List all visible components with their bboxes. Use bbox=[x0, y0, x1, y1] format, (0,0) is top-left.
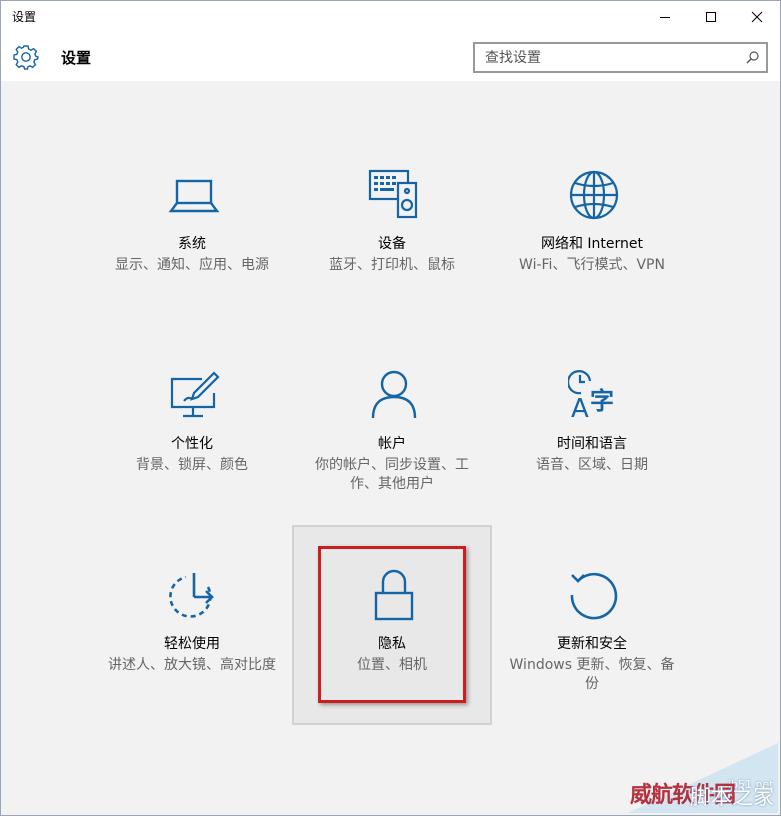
settings-window: 设置 设置 查找设置 系统 显示、通知、应用、电源 设备 蓝牙、打印机、鼠标 网… bbox=[0, 0, 781, 816]
tile-network-desc: Wi-Fi、飞行模式、VPN bbox=[519, 257, 665, 273]
tile-time-language-desc: 语音、区域、日期 bbox=[536, 457, 648, 473]
tile-personalization[interactable]: 个性化 背景、锁屏、颜色 bbox=[94, 369, 290, 565]
gear-icon bbox=[13, 45, 39, 70]
tile-network[interactable]: 网络和 Internet Wi-Fi、飞行模式、VPN bbox=[494, 169, 690, 365]
maximize-icon bbox=[706, 12, 716, 22]
watermark: jb51.net 威航软件园 脚本之家 bbox=[628, 743, 778, 813]
svg-text:A: A bbox=[571, 394, 589, 421]
window-title: 设置 bbox=[12, 10, 37, 24]
search-icon[interactable] bbox=[745, 50, 760, 65]
globe-icon bbox=[568, 169, 620, 221]
tile-system-desc: 显示、通知、应用、电源 bbox=[115, 257, 269, 273]
watermark-text-2: 脚本之家 bbox=[690, 785, 774, 809]
close-icon bbox=[751, 11, 763, 23]
tile-update-security-desc: Windows 更新、恢复、备份 bbox=[509, 657, 675, 692]
lock-icon bbox=[368, 569, 420, 621]
tile-time-language-name: 时间和语言 bbox=[557, 436, 627, 452]
close-button[interactable] bbox=[734, 1, 780, 33]
person-icon bbox=[368, 369, 420, 421]
ease-of-access-icon bbox=[168, 569, 220, 621]
tile-time-language[interactable]: A 字 时间和语言 语音、区域、日期 bbox=[494, 369, 690, 565]
minimize-button[interactable] bbox=[642, 1, 688, 33]
tile-system[interactable]: 系统 显示、通知、应用、电源 bbox=[94, 169, 290, 365]
tile-personalization-name: 个性化 bbox=[171, 436, 213, 452]
tile-ease-of-access[interactable]: 轻松使用 讲述人、放大镜、高对比度 bbox=[94, 569, 290, 765]
tile-personalization-desc: 背景、锁屏、颜色 bbox=[136, 457, 248, 473]
tile-accounts-desc: 你的帐户、同步设置、工作、其他用户 bbox=[315, 457, 469, 492]
tile-devices[interactable]: 设备 蓝牙、打印机、鼠标 bbox=[294, 169, 490, 365]
tile-network-name: 网络和 Internet bbox=[540, 236, 644, 252]
time-language-icon: A 字 bbox=[568, 369, 620, 421]
svg-text:字: 字 bbox=[590, 387, 614, 415]
tile-privacy-desc: 位置、相机 bbox=[357, 657, 427, 673]
tile-update-security[interactable]: 更新和安全 Windows 更新、恢复、备份 bbox=[494, 569, 690, 765]
tile-privacy-name: 隐私 bbox=[378, 636, 406, 652]
settings-header: 设置 bbox=[1, 33, 780, 81]
tile-ease-of-access-desc: 讲述人、放大镜、高对比度 bbox=[108, 657, 276, 673]
personalization-icon bbox=[168, 369, 220, 421]
search-box[interactable] bbox=[473, 42, 768, 73]
tile-accounts-name: 帐户 bbox=[378, 436, 406, 452]
tile-ease-of-access-name: 轻松使用 bbox=[164, 636, 220, 652]
tile-privacy[interactable]: 隐私 位置、相机 bbox=[292, 525, 492, 725]
update-icon bbox=[568, 569, 620, 621]
laptop-icon bbox=[168, 169, 220, 221]
page-title: 设置 bbox=[61, 49, 92, 67]
tile-system-name: 系统 bbox=[178, 236, 206, 252]
minimize-icon bbox=[660, 17, 670, 18]
title-bar[interactable]: 设置 bbox=[1, 1, 780, 33]
tile-devices-desc: 蓝牙、打印机、鼠标 bbox=[329, 257, 455, 273]
tile-devices-name: 设备 bbox=[378, 236, 406, 252]
maximize-button[interactable] bbox=[688, 1, 734, 33]
tile-update-security-name: 更新和安全 bbox=[557, 636, 627, 652]
devices-icon bbox=[368, 169, 420, 221]
search-input[interactable] bbox=[485, 48, 735, 68]
